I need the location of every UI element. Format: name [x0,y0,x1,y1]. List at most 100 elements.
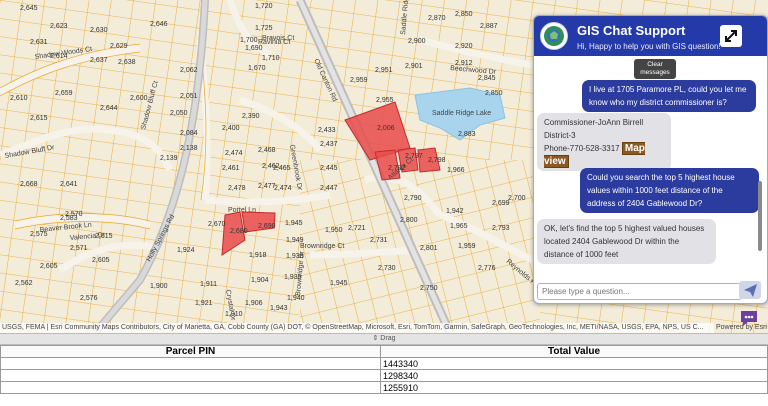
phone-text: Phone-770-528-3317 [544,144,620,153]
street-label: Ravinia Ct [258,39,290,46]
parcel-label: 2,050 [170,110,188,117]
gis-chat-panel: GIS Chat Support Hi, Happy to help you w… [533,15,768,304]
table-row[interactable]: 1443340 [0,357,768,370]
parcel-label: 2,623 [50,23,68,30]
parcel-label: 2,920 [455,43,473,50]
street-label: Portel Ln [228,207,256,214]
parcel-label: 2,400 [222,125,240,132]
table-row[interactable]: 1255910 [0,381,768,394]
parcel-label: 2,699 [492,200,510,207]
parcel-label: 2,605 [92,257,110,264]
parcel-label: 2,798 [428,157,446,164]
parcel-label: 2,646 [150,21,168,28]
parcel-label: 2,700 [508,195,526,202]
parcel-label: 1,921 [195,300,213,307]
parcel-label: 2,750 [420,285,438,292]
clear-messages-tooltip: Clear messages [634,59,676,79]
chat-subtitle: Hi, Happy to help you with GIS question! [577,42,721,51]
chat-bubble-icon[interactable] [738,308,760,328]
parcel-label: 2,644 [100,105,118,112]
parcel-label: 2,629 [110,43,128,50]
map-attribution: USGS, FEMA | Esri Community Maps Contrib… [0,323,714,333]
parcel-label: 2,845 [478,75,496,82]
parcel-label: 1,700 [240,37,258,44]
parcel-label: 2,776 [478,265,496,272]
results-table: Parcel PIN Total Value 1443340 1298340 1… [0,345,768,406]
parcel-label: 2,680 [230,228,248,235]
send-icon [744,284,757,297]
parcel-label: 2,959 [350,77,368,84]
chat-message-user: Could you search the top 5 highest house… [580,168,759,213]
chat-scrollbar[interactable] [758,181,762,251]
parcel-label: 2,901 [405,63,423,70]
parcel-label: 2,570 [65,211,83,218]
phone-line: Phone-770-528-3317 Map view [544,142,664,168]
parcel-label: 1,900 [150,283,168,290]
parcel-label: 2,690 [258,223,276,230]
parcel-label: 2,668 [20,181,38,188]
parcel-label: 2,610 [10,95,28,102]
parcel-label: 1,720 [255,3,273,10]
parcel-label: 1,959 [458,243,476,250]
parcel-label: 1,942 [446,208,464,215]
chat-question-input[interactable] [537,283,742,300]
parcel-label: 2,437 [320,141,338,148]
parcel-label: 1,918 [249,252,267,259]
parcel-label: 1,725 [255,25,273,32]
parcel-label: 2,801 [420,245,438,252]
table-row[interactable]: 1298340 [0,369,768,382]
parcel-label: 2,659 [55,90,73,97]
parcel-label: 2,006 [377,125,395,132]
parcel-label: 2,955 [376,97,394,104]
parcel-label: 2,900 [408,38,426,45]
parcel-label: 2,461 [222,165,240,172]
parcel-label: 2,790 [404,195,422,202]
parcel-label: 2,433 [318,127,336,134]
parcel-label: 2,138 [180,145,198,152]
map-view[interactable]: 2,645 2,646 2,631 2,623 2,630 2,629 2,638 2,637… [0,0,768,333]
parcel-label: 2,637 [90,57,108,64]
parcel-label: 2,600 [130,95,148,102]
parcel-label: 2,793 [492,225,510,232]
parcel-label: 2,390 [242,113,260,120]
parcel-label: 2,139 [160,155,178,162]
parcel-label: 2,951 [375,67,393,74]
parcel-pin-cell [0,369,381,382]
send-button[interactable] [739,281,761,299]
chat-message-user: I live at 1705 Paramore PL, could you le… [582,80,756,112]
expand-icon[interactable] [720,25,742,47]
parcel-label: 1,710 [262,55,280,62]
parcel-label: 2,084 [180,130,198,137]
drag-handle[interactable]: ⇕ Drag [0,333,768,345]
commissioner-line: Commissioner-JoAnn Birrell [544,118,644,127]
parcel-label: 1,690 [245,45,263,52]
parcel-label: 2,850 [455,11,473,18]
parcel-label: 2,447 [320,185,338,192]
parcel-label: 2,641 [60,181,78,188]
parcel-label: 2,465 [273,165,291,172]
parcel-label: 2,731 [370,237,388,244]
parcel-label: 1,911 [200,281,217,288]
parcel-label: 2,631 [30,39,48,46]
parcel-label: 2,670 [208,221,226,228]
total-value-cell: 1443340 [380,357,768,370]
parcel-label: 2,887 [480,23,498,30]
chat-title: GIS Chat Support [577,23,686,38]
parcel-label: 1,906 [245,300,263,307]
parcel-label: 2,615 [30,115,48,122]
parcel-label: 2,645 [20,5,38,12]
total-value-cell: 1255910 [380,381,768,394]
total-value-cell: 1298340 [380,369,768,382]
parcel-label: 1,965 [450,223,468,230]
parcel-label: 2,474 [225,150,243,157]
chat-message-bot: Commissioner-JoAnn Birrell District-3 Ph… [537,113,671,171]
parcel-label: 2,562 [15,280,33,287]
column-header-total-value: Total Value [380,345,768,358]
chat-logo-icon [540,22,568,50]
parcel-label: 2,571 [70,245,88,252]
parcel-label: 1,904 [251,277,269,284]
parcel-label: 2,638 [118,59,136,66]
parcel-label: 2,474 [274,185,292,192]
column-header-parcel-pin: Parcel PIN [0,345,381,358]
parcel-label: 2,850 [485,90,503,97]
